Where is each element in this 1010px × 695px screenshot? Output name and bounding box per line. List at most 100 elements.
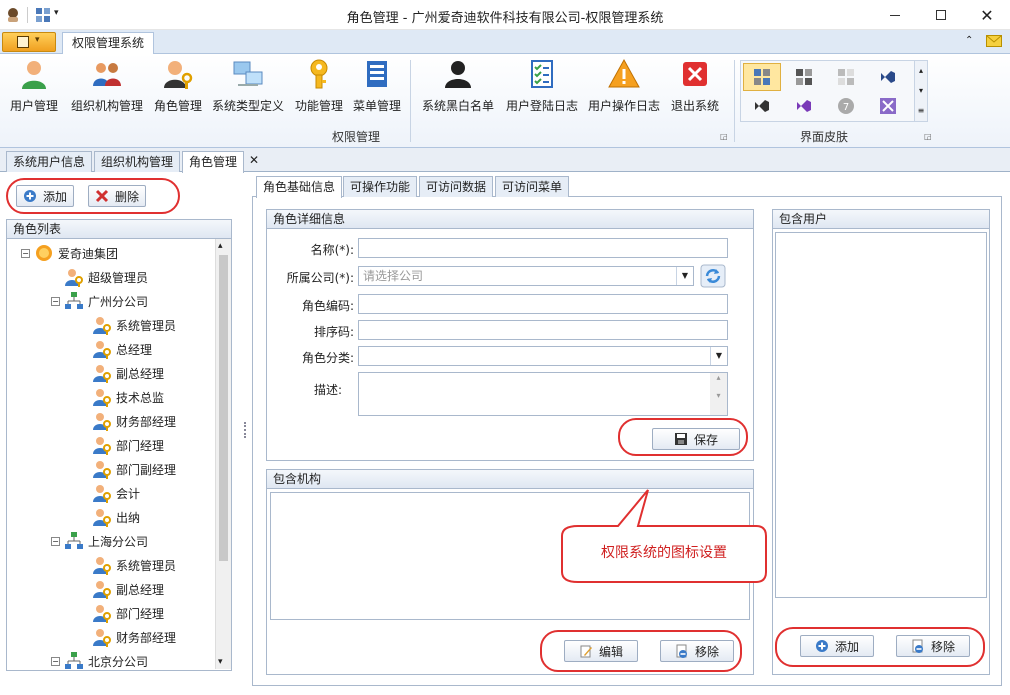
org-management-button[interactable]: 组织机构管理	[66, 58, 148, 116]
tree-node[interactable]: 副总经理	[79, 362, 164, 384]
tree-node[interactable]: 技术总监	[79, 386, 164, 408]
tree-node[interactable]: 部门经理	[79, 602, 164, 624]
category-select[interactable]	[358, 346, 728, 366]
title-bar: ▾ 角色管理 - 广州爱奇迪软件科技有限公司-权限管理系统 ✕	[0, 0, 1010, 30]
skin-vs-purple-icon[interactable]	[795, 97, 813, 115]
tree-node[interactable]: − 广州分公司	[51, 290, 148, 312]
login-log-button[interactable]: 用户登陆日志	[502, 58, 582, 116]
skin-dark-icon[interactable]	[795, 68, 813, 86]
description-textarea[interactable]	[358, 372, 728, 416]
minimize-button[interactable]	[872, 0, 918, 30]
ribbon-button-label: 退出系统	[670, 99, 719, 113]
tab-role-management[interactable]: 角色管理	[182, 151, 245, 173]
skin-gray-icon[interactable]: 7	[837, 97, 855, 115]
close-tab-icon[interactable]: ✕	[249, 153, 259, 167]
ribbon-button-label: 系统黑白名单	[421, 99, 494, 113]
company-select[interactable]: 请选择公司	[358, 266, 694, 286]
tab-accessible-data[interactable]: 可访问数据	[419, 176, 494, 197]
tree-node[interactable]: − 爱奇迪集团	[21, 242, 118, 264]
category-dropdown-icon[interactable]: ▼	[710, 347, 727, 365]
tree-node[interactable]: 系统管理员	[79, 314, 176, 336]
tab-role-basic-info[interactable]: 角色基础信息	[256, 176, 343, 198]
tree-scrollbar[interactable]: ▴ ▾	[215, 239, 231, 669]
application-menu-button[interactable]: ▾	[2, 32, 56, 52]
role-user-icon	[65, 269, 83, 287]
scroll-down-icon[interactable]: ▾	[218, 657, 223, 667]
tree-node[interactable]: 系统管理员	[79, 554, 176, 576]
tree-expander-icon[interactable]: −	[51, 296, 60, 306]
skin-vs-blue-icon[interactable]	[879, 68, 897, 86]
add-role-label: 添加	[42, 189, 67, 204]
tree-node-label: 系统管理员	[116, 558, 177, 573]
category-label: 角色分类:	[301, 351, 354, 365]
add-user-button[interactable]: 添加	[800, 635, 874, 657]
mail-icon[interactable]	[986, 35, 1002, 47]
remove-user-button[interactable]: 移除	[896, 635, 970, 657]
role-list-header: 角色列表	[6, 219, 232, 239]
tree-node[interactable]: 总经理	[79, 338, 152, 360]
tab-accessible-menus[interactable]: 可访问菜单	[495, 176, 570, 197]
skin-gallery-scroll[interactable]: ▴ ▾ ≡	[914, 60, 928, 122]
person-icon	[445, 61, 471, 88]
system-type-button[interactable]: 系统类型定义	[208, 58, 288, 116]
tree-expander-icon[interactable]: −	[51, 656, 60, 666]
ribbon: 用户管理 组织机构管理 角色管理 系统类型定义 功能管理 菜单管理 系统黑白名单…	[0, 54, 1010, 148]
tab-system-users[interactable]: 系统用户信息	[6, 151, 93, 172]
skin-vs-dark-icon[interactable]	[753, 97, 771, 115]
add-icon	[23, 190, 36, 202]
scroll-thumb[interactable]	[219, 255, 228, 561]
role-user-icon	[93, 389, 111, 407]
name-field[interactable]	[358, 238, 728, 258]
role-user-icon	[93, 485, 111, 503]
menu-management-button[interactable]: 菜单管理	[350, 58, 404, 116]
tree-node-label: 出纳	[116, 510, 141, 525]
tab-operable-functions[interactable]: 可操作功能	[343, 176, 418, 197]
tree-node[interactable]: 副总经理	[79, 578, 164, 600]
exit-system-button[interactable]: 退出系统	[666, 58, 724, 116]
description-scrollbar[interactable]: ▴ ▾	[710, 373, 727, 415]
close-window-button[interactable]: ✕	[964, 0, 1010, 30]
operation-log-button[interactable]: 用户操作日志	[586, 58, 662, 116]
edit-orgs-button[interactable]: 编辑	[564, 640, 638, 662]
tree-node[interactable]: − 上海分公司	[51, 530, 148, 552]
users-list[interactable]	[775, 232, 987, 598]
tree-node[interactable]: 出纳	[79, 506, 140, 528]
tree-node-label: 部门副经理	[116, 462, 177, 477]
remove-orgs-button[interactable]: 移除	[660, 640, 734, 662]
tree-node[interactable]: − 北京分公司	[51, 650, 148, 670]
collapse-ribbon-icon[interactable]: ⌃	[965, 35, 973, 46]
tree-node[interactable]: 财务部经理	[79, 410, 176, 432]
blackwhite-list-button[interactable]: 系统黑白名单	[418, 58, 498, 116]
save-button[interactable]: 保存	[652, 428, 740, 450]
refresh-icon[interactable]	[700, 264, 726, 288]
company-dropdown-icon[interactable]: ▼	[676, 267, 693, 285]
ribbon-tab-permission-system[interactable]: 权限管理系统	[62, 32, 155, 55]
tree-node[interactable]: 会计	[79, 482, 140, 504]
skin-office-icon[interactable]	[753, 68, 771, 86]
tree-expander-icon[interactable]: −	[21, 248, 30, 258]
code-field[interactable]	[358, 294, 728, 314]
skin-light-icon[interactable]	[837, 68, 855, 86]
sort-field[interactable]	[358, 320, 728, 340]
skin-dialog-launcher-icon[interactable]: ◲	[924, 132, 932, 141]
user-management-button[interactable]: 用户管理	[6, 58, 62, 116]
function-management-button[interactable]: 功能管理	[292, 58, 346, 116]
tree-expander-icon[interactable]: −	[51, 536, 60, 546]
edit-orgs-label: 编辑	[598, 644, 623, 659]
add-icon	[815, 640, 828, 652]
delete-role-button[interactable]: 删除	[88, 185, 146, 207]
tree-node[interactable]: 部门副经理	[79, 458, 176, 480]
skin-vs-light-icon[interactable]	[879, 97, 897, 115]
group-dialog-launcher-icon[interactable]: ◲	[720, 132, 728, 141]
add-role-button[interactable]: 添加	[16, 185, 74, 207]
tree-node[interactable]: 超级管理员	[51, 266, 148, 288]
scroll-up-icon[interactable]: ▴	[218, 241, 223, 251]
tab-org-management[interactable]: 组织机构管理	[94, 151, 181, 172]
maximize-button[interactable]	[918, 0, 964, 30]
tree-node-label: 广州分公司	[88, 294, 149, 309]
tree-node-label: 上海分公司	[88, 534, 149, 549]
splitter-grip[interactable]	[244, 422, 247, 438]
tree-node[interactable]: 部门经理	[79, 434, 164, 456]
role-management-button[interactable]: 角色管理	[150, 58, 206, 116]
tree-node[interactable]: 财务部经理	[79, 626, 176, 648]
